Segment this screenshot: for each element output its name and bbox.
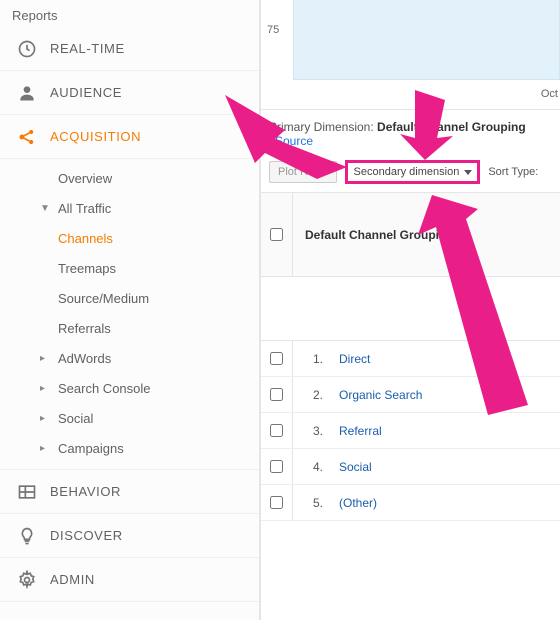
- dimension-source-link[interactable]: Source: [275, 134, 313, 148]
- nav-discover[interactable]: DISCOVER: [0, 514, 259, 558]
- row-label[interactable]: Organic Search: [327, 388, 560, 402]
- caret-right-icon: ▸: [40, 443, 58, 454]
- row-checkbox[interactable]: [270, 460, 283, 473]
- row-rank: 4.: [293, 460, 327, 474]
- subnav-treemaps[interactable]: Treemaps: [40, 253, 259, 283]
- row-checkbox[interactable]: [270, 424, 283, 437]
- subnav-label: Search Console: [58, 381, 151, 396]
- row-checkbox[interactable]: [270, 352, 283, 365]
- grid-icon: [14, 482, 40, 502]
- nav-label: DISCOVER: [40, 528, 123, 543]
- column-header[interactable]: Default Channel Grouping: [293, 228, 560, 242]
- row-checkbox[interactable]: [270, 496, 283, 509]
- nav-label: BEHAVIOR: [40, 484, 121, 499]
- subnav-label: Campaigns: [58, 441, 124, 456]
- chart-plot: [293, 0, 560, 80]
- secondary-dimension-dropdown[interactable]: Secondary dimension: [345, 160, 481, 184]
- nav-behavior[interactable]: BEHAVIOR: [0, 470, 259, 514]
- chart-x-label: Oct: [541, 88, 558, 100]
- plot-rows-button[interactable]: Plot Rows: [269, 161, 337, 183]
- row-label[interactable]: Direct: [327, 352, 560, 366]
- header-checkbox-cell: [261, 193, 293, 276]
- subnav-social[interactable]: ▸ Social: [40, 403, 259, 433]
- row-rank: 5.: [293, 496, 327, 510]
- primary-dimension-value[interactable]: Default Channel Grouping: [377, 120, 526, 134]
- sidebar: Reports REAL-TIME AUDIENCE ACQUISITION O…: [0, 0, 260, 620]
- caret-right-icon: ▸: [40, 353, 58, 364]
- bulb-icon: [14, 526, 40, 546]
- primary-dimension-prefix: Primary Dimension:: [269, 120, 374, 134]
- share-icon: [14, 127, 40, 147]
- subnav-search-console[interactable]: ▸ Search Console: [40, 373, 259, 403]
- table-header: Default Channel Grouping: [261, 193, 560, 277]
- subnav-all-traffic[interactable]: ▼ All Traffic: [40, 193, 259, 223]
- caret-right-icon: ▸: [40, 383, 58, 394]
- nav-label: ACQUISITION: [40, 129, 141, 144]
- subnav-label: Referrals: [58, 321, 111, 336]
- subnav-referrals[interactable]: Referrals: [40, 313, 259, 343]
- row-label[interactable]: Social: [327, 460, 560, 474]
- subnav-label: Overview: [58, 171, 112, 186]
- subnav-label: Treemaps: [58, 261, 116, 276]
- table-row[interactable]: 2. Organic Search: [261, 377, 560, 413]
- sort-type-label: Sort Type:: [488, 166, 538, 178]
- nav-admin[interactable]: ADMIN: [0, 558, 259, 602]
- main-content: 75 Oct Primary Dimension: Default Channe…: [260, 0, 560, 620]
- nav-label: AUDIENCE: [40, 85, 122, 100]
- subnav-label: All Traffic: [58, 201, 111, 216]
- nav-label: REAL-TIME: [40, 41, 125, 56]
- table-row[interactable]: 3. Referral: [261, 413, 560, 449]
- person-icon: [14, 83, 40, 103]
- subnav-label: Social: [58, 411, 93, 426]
- subnav-campaigns[interactable]: ▸ Campaigns: [40, 433, 259, 463]
- subnav-source-medium[interactable]: Source/Medium: [40, 283, 259, 313]
- controls-row: Plot Rows Secondary dimension Sort Type:: [261, 156, 560, 193]
- caret-right-icon: ▸: [40, 413, 58, 424]
- row-label[interactable]: (Other): [327, 496, 560, 510]
- row-rank: 1.: [293, 352, 327, 366]
- primary-dimension-bar: Primary Dimension: Default Channel Group…: [261, 110, 560, 156]
- acquisition-subnav: Overview ▼ All Traffic Channels Treemaps…: [0, 159, 259, 470]
- table-row[interactable]: 1. Direct: [261, 341, 560, 377]
- row-rank: 2.: [293, 388, 327, 402]
- nav-audience[interactable]: AUDIENCE: [0, 71, 259, 115]
- caret-down-icon: ▼: [40, 203, 58, 214]
- nav-acquisition[interactable]: ACQUISITION: [0, 115, 259, 159]
- subnav-label: Channels: [58, 231, 113, 246]
- subnav-overview[interactable]: Overview: [40, 163, 259, 193]
- row-label[interactable]: Referral: [327, 424, 560, 438]
- chart-y-tick: 75: [267, 24, 279, 36]
- subnav-adwords[interactable]: ▸ AdWords: [40, 343, 259, 373]
- sidebar-title: Reports: [0, 0, 259, 27]
- nav-realtime[interactable]: REAL-TIME: [0, 27, 259, 71]
- chart-area: 75 Oct: [261, 0, 560, 110]
- nav-label: ADMIN: [40, 572, 95, 587]
- table-row[interactable]: 5. (Other): [261, 485, 560, 521]
- table-row[interactable]: 4. Social: [261, 449, 560, 485]
- subnav-label: Source/Medium: [58, 291, 149, 306]
- gear-icon: [14, 570, 40, 590]
- row-rank: 3.: [293, 424, 327, 438]
- select-all-checkbox[interactable]: [270, 228, 283, 241]
- row-checkbox[interactable]: [270, 388, 283, 401]
- table-spacer: [261, 277, 560, 341]
- subnav-channels[interactable]: Channels: [40, 223, 259, 253]
- subnav-label: AdWords: [58, 351, 111, 366]
- clock-icon: [14, 39, 40, 59]
